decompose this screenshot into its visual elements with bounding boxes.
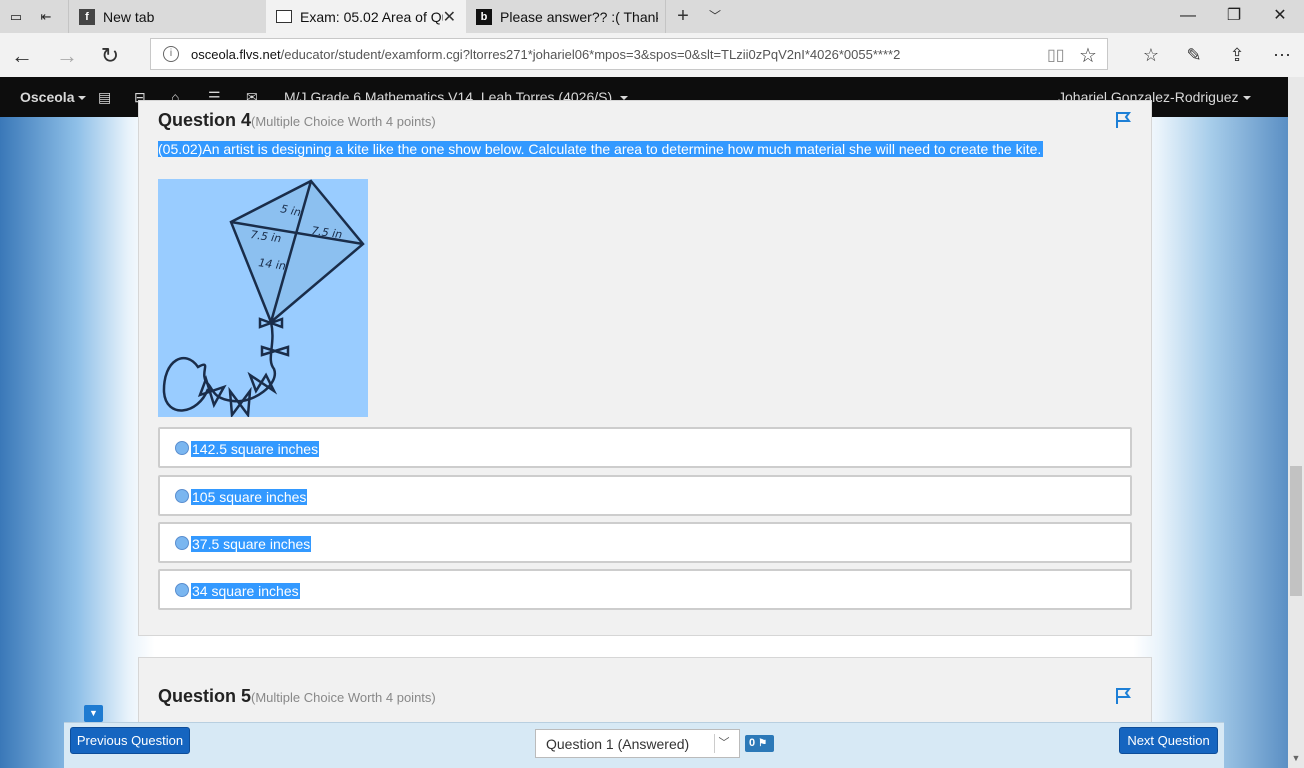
favorites-hub-icon[interactable]: ☆ [1139,43,1163,67]
radio-button[interactable] [175,489,189,503]
back-arrow-icon[interactable]: ← [9,43,35,69]
more-dots-icon[interactable]: ⋯ [1270,43,1294,67]
tab-title: Please answer?? :( Thanks - [500,8,658,25]
tab-title: Exam: 05.02 Area of Qu [300,8,443,25]
set-aside-tabs-icon[interactable]: ⇤ [38,9,54,25]
answer-label: 142.5 square inches [191,441,320,457]
brainly-icon: b [476,8,492,25]
radio-button[interactable] [175,536,189,550]
web-note-pen-icon[interactable]: ✎ [1182,43,1206,67]
question-5-heading: Question 5(Multiple Choice Worth 4 point… [158,686,436,707]
brand-menu[interactable]: Osceola [20,77,87,117]
question-prompt: (05.02)An artist is designing a kite lik… [158,141,1044,159]
window-close-icon[interactable]: ✕ [1260,4,1300,28]
prompt-text: (05.02)An artist is designing a kite lik… [158,141,1044,157]
tab-preview-chevron-icon[interactable]: ﹀ [704,5,726,27]
tab-title: New tab [103,8,155,25]
minimize-icon[interactable]: — [1168,4,1208,28]
brand-label: Osceola [20,89,75,105]
url-host: osceola.flvs.net [191,46,281,62]
chevron-down-icon [1242,96,1251,101]
answer-label: 37.5 square inches [191,536,312,552]
question-worth: (Multiple Choice Worth 4 points) [251,690,436,705]
restore-icon[interactable]: ❐ [1214,4,1254,28]
new-tab-plus-icon[interactable]: + [672,5,694,27]
answer-option[interactable]: 37.5 square inches [158,522,1132,563]
chevron-down-icon [78,96,87,101]
answer-option[interactable]: 142.5 square inches [158,427,1132,468]
question-title: Question 5 [158,686,252,706]
tab-new-tab[interactable]: f New tab [68,0,264,33]
url-text[interactable]: osceola.flvs.net/educator/student/examfo… [191,47,1031,62]
tab-brainly[interactable]: b Please answer?? :( Thanks - [466,0,666,33]
url-path: /educator/student/examform.cgi?ltorres27… [280,46,901,62]
refresh-icon[interactable]: ↻ [97,43,123,69]
next-question-button[interactable]: Next Question [1119,727,1218,754]
page-icon [276,10,292,23]
radio-button[interactable] [175,583,189,597]
favorite-star-icon[interactable]: ☆ [1079,43,1097,68]
radio-button[interactable] [175,441,189,455]
flvs-icon: f [79,8,95,25]
question-title: Question 4 [158,110,252,130]
tab-exam[interactable]: Exam: 05.02 Area of Qu ✕ [266,0,466,33]
book-icon[interactable]: ▤ [98,77,111,117]
answer-label: 34 square inches [191,583,300,599]
answer-label: 105 square inches [191,489,308,505]
question-select-value: Question 1 (Answered) [546,736,690,752]
flag-icon: ⚑ [758,738,768,749]
question-worth: (Multiple Choice Worth 4 points) [251,114,436,129]
close-icon[interactable]: ✕ [443,7,456,27]
tab-actions-icon[interactable]: ▭ [8,9,24,25]
site-info-icon[interactable]: i [163,46,179,62]
flag-count-badge[interactable]: 0 ⚑ [745,735,774,752]
question-select[interactable]: Question 1 (Answered) ﹀ [535,729,740,758]
page-scrollbar[interactable] [1288,77,1304,768]
flag-count: 0 [749,737,756,749]
address-bar[interactable]: i osceola.flvs.net/educator/student/exam… [150,38,1108,70]
kite-figure: 5 in 7.5 in 7.5 in 14 in [158,179,368,417]
scrollbar-thumb[interactable] [1290,466,1302,596]
question-4-heading: Question 4(Multiple Choice Worth 4 point… [158,110,436,131]
flag-icon[interactable] [1115,687,1133,705]
answer-option[interactable]: 34 square inches [158,569,1132,610]
flag-icon[interactable] [1115,111,1133,129]
collapse-toggle-icon[interactable]: ▼ [84,705,103,722]
scroll-down-arrow-icon[interactable]: ▼ [1290,752,1302,764]
forward-arrow-icon[interactable]: → [54,43,80,69]
reading-view-icon[interactable]: ▯▯ [1047,45,1065,65]
chevron-down-icon[interactable]: ﹀ [714,734,733,753]
answer-option[interactable]: 105 square inches [158,475,1132,516]
previous-question-button[interactable]: Previous Question [70,727,190,754]
share-icon[interactable]: ⇪ [1225,43,1249,67]
